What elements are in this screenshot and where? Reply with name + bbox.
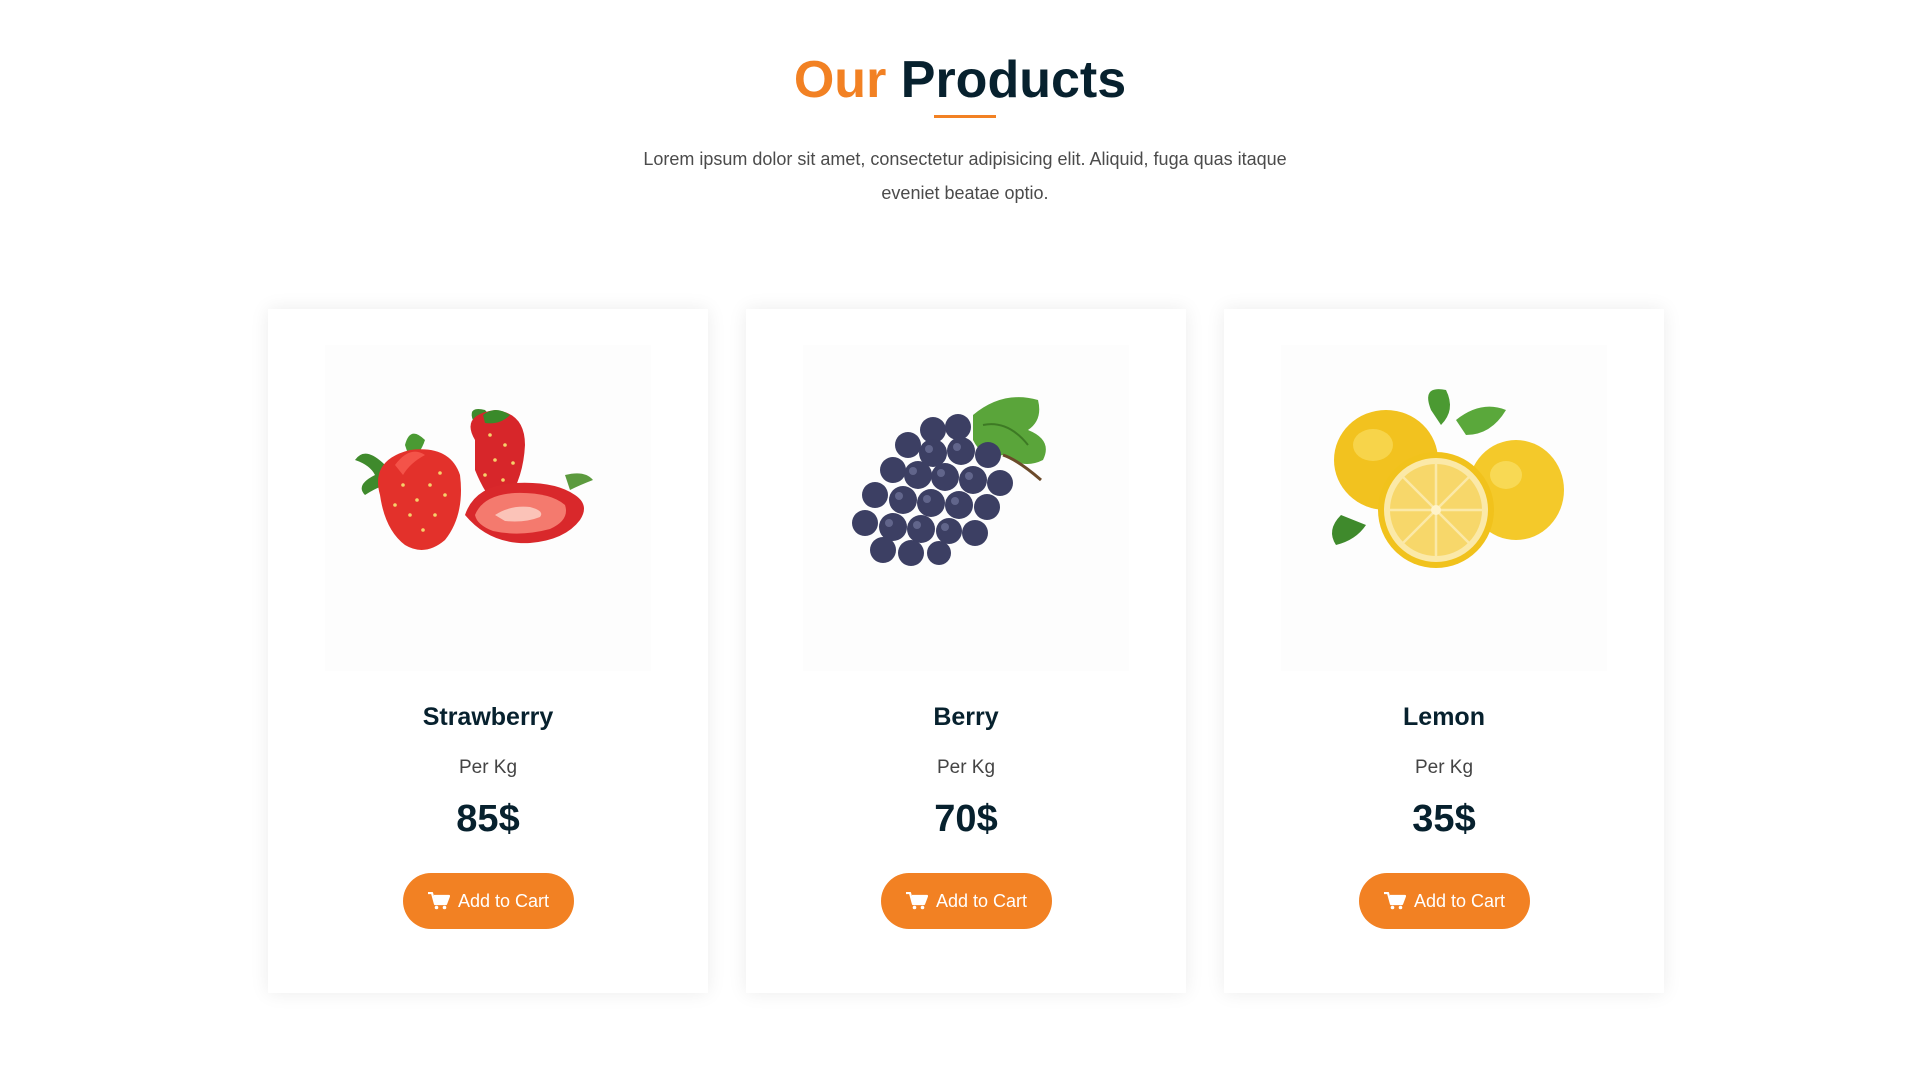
add-to-cart-button[interactable]: Add to Cart	[881, 873, 1052, 929]
product-name: Strawberry	[422, 703, 554, 731]
lemon-image[interactable]	[1281, 345, 1607, 671]
add-to-cart-label: Add to Cart	[457, 890, 550, 911]
section-title: Our Products	[0, 50, 1920, 110]
lemon-illustration	[1332, 389, 1564, 568]
section-title-main: Products	[900, 51, 1127, 109]
grapes-image[interactable]	[803, 345, 1129, 671]
product-price: 70$	[934, 798, 998, 840]
product-card-berry: Berry Per Kg 70$ Add to Cart	[746, 309, 1186, 993]
add-to-cart-label: Add to Cart	[935, 890, 1028, 911]
grapes-illustration	[852, 397, 1046, 566]
shopping-cart-icon	[905, 892, 928, 910]
product-card-lemon: Lemon Per Kg 35$ Add to Cart	[1224, 309, 1664, 993]
add-to-cart-button[interactable]: Add to Cart	[1359, 873, 1530, 929]
title-underline	[934, 115, 996, 118]
section-title-accent: Our	[793, 51, 887, 109]
product-unit: Per Kg	[458, 757, 518, 778]
product-price: 85$	[456, 798, 520, 840]
add-to-cart-label: Add to Cart	[1413, 890, 1506, 911]
product-name: Lemon	[1403, 703, 1485, 731]
product-unit: Per Kg	[936, 757, 996, 778]
shopping-cart-icon	[427, 892, 450, 910]
product-list: Strawberry Per Kg 85$ Add to Cart Berry …	[268, 309, 1664, 993]
shopping-cart-icon	[1383, 892, 1406, 910]
product-price: 35$	[1412, 798, 1476, 840]
strawberry-illustration	[355, 409, 593, 550]
strawberry-image[interactable]	[325, 345, 651, 671]
add-to-cart-button[interactable]: Add to Cart	[403, 873, 574, 929]
product-name: Berry	[933, 703, 999, 731]
product-unit: Per Kg	[1414, 757, 1474, 778]
section-description: Lorem ipsum dolor sit amet, consectetur …	[643, 149, 1287, 203]
product-card-strawberry: Strawberry Per Kg 85$ Add to Cart	[268, 309, 708, 993]
products-section: Our Products Lorem ipsum dolor sit amet,…	[0, 0, 1920, 1080]
